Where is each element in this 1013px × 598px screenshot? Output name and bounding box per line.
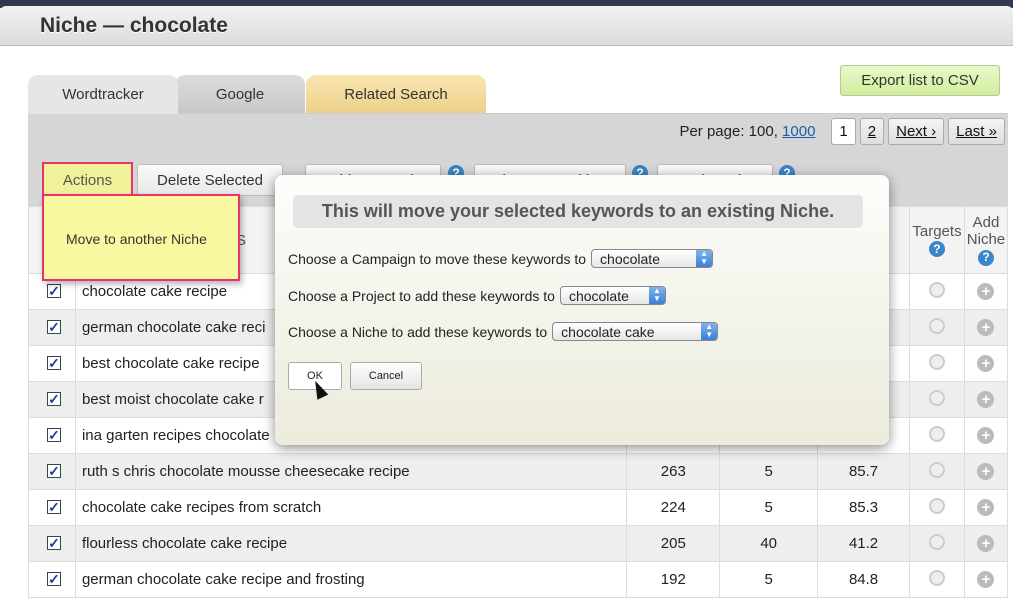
select-arrows-icon: ▲ ▼ [701,323,718,340]
value-cell: 5 [719,489,819,526]
page-2[interactable]: 2 [859,118,885,145]
table-row: ✓ ruth s chris chocolate mousse cheeseca… [28,453,1009,490]
tab-wordtracker[interactable]: Wordtracker [28,75,178,114]
target-icon[interactable] [928,425,945,442]
project-label: Choose a Project to add these keywords t… [288,287,555,304]
add-niche-header: Add Niche? [963,206,1009,274]
target-icon[interactable] [928,389,945,406]
tab-related-search[interactable]: Related Search [306,75,486,114]
next-page[interactable]: Next › [888,118,945,145]
niche-select[interactable]: chocolate cake ▲ ▼ [552,322,719,341]
target-icon[interactable] [928,461,945,478]
value-cell: 84.8 [817,561,910,598]
select-arrows-icon: ▲ ▼ [648,287,665,304]
add-niche-icon[interactable]: + [977,535,995,552]
tab-google[interactable]: Google [175,75,305,114]
add-niche-icon[interactable]: + [977,499,995,516]
row-checkbox[interactable]: ✓ [47,500,61,514]
title-bar: Niche — chocolate [0,6,1013,46]
row-checkbox[interactable]: ✓ [47,392,61,406]
row-checkbox[interactable]: ✓ [47,356,61,370]
value-cell: 263 [626,453,721,490]
actions-button[interactable]: Actions [42,162,133,196]
table-row: ✓ flourless chocolate cake recipe 205 40… [28,525,1009,562]
target-icon[interactable] [928,533,945,550]
target-icon[interactable] [928,317,945,334]
per-page: Per page: 100, 1000 [679,123,816,140]
add-niche-icon[interactable]: + [977,283,995,300]
keyword-cell[interactable]: chocolate cake recipes from scratch [74,489,628,526]
value-cell: 192 [626,561,721,598]
add-niche-icon[interactable]: + [977,391,995,408]
target-icon[interactable] [928,353,945,370]
per-page-1000-link[interactable]: 1000 [782,123,815,140]
add-niche-icon[interactable]: + [977,571,995,588]
add-niche-icon[interactable]: + [977,355,995,372]
value-cell: 5 [719,561,819,598]
value-cell: 40 [719,525,819,562]
row-checkbox[interactable]: ✓ [47,284,61,298]
target-icon[interactable] [928,497,945,514]
add-niche-icon[interactable]: + [977,319,995,336]
help-icon[interactable]: ? [977,249,994,266]
row-checkbox[interactable]: ✓ [47,320,61,334]
value-cell: 224 [626,489,721,526]
dialog-heading: This will move your selected keywords to… [293,195,863,228]
add-niche-icon[interactable]: + [977,427,995,444]
value-cell: 5 [719,453,819,490]
cancel-button[interactable]: Cancel [350,362,422,390]
row-checkbox[interactable]: ✓ [47,464,61,478]
export-csv-button[interactable]: Export list to CSV [840,65,1000,96]
niche-label: Choose a Niche to add these keywords to [288,323,548,340]
page-1[interactable]: 1 [831,118,856,145]
target-icon[interactable] [928,569,945,586]
targets-header: Targets? [908,206,965,274]
delete-selected-button[interactable]: Delete Selected [137,164,283,196]
value-cell: 205 [626,525,721,562]
campaign-label: Choose a Campaign to move these keywords… [288,250,587,267]
target-icon[interactable] [928,281,945,298]
table-row: ✓ german chocolate cake recipe and frost… [28,561,1009,598]
value-cell: 41.2 [817,525,910,562]
pagination: Per page: 100, 1000 1 2 Next › Last » [679,118,1005,145]
row-checkbox[interactable]: ✓ [47,572,61,586]
project-select[interactable]: chocolate ▲ ▼ [559,286,666,305]
actions-menu: Move to another Niche [42,194,240,281]
page-title: Niche — chocolate [40,14,228,37]
keyword-cell[interactable]: german chocolate cake recipe and frostin… [74,561,628,598]
keyword-cell[interactable]: flourless chocolate cake recipe [74,525,628,562]
menu-item-move-to-niche[interactable]: Move to another Niche [66,231,207,247]
row-checkbox[interactable]: ✓ [47,428,61,442]
value-cell: 85.3 [817,489,910,526]
table-row: ✓ chocolate cake recipes from scratch 22… [28,489,1009,526]
last-page[interactable]: Last » [948,118,1005,145]
help-icon[interactable]: ? [928,241,945,258]
row-checkbox[interactable]: ✓ [47,536,61,550]
value-cell: 85.7 [817,453,910,490]
select-arrows-icon: ▲ ▼ [696,250,713,267]
keyword-cell[interactable]: ruth s chris chocolate mousse cheesecake… [74,453,628,490]
move-keywords-dialog: This will move your selected keywords to… [275,175,889,445]
add-niche-icon[interactable]: + [977,463,995,480]
campaign-select[interactable]: chocolate ▲ ▼ [591,249,714,268]
